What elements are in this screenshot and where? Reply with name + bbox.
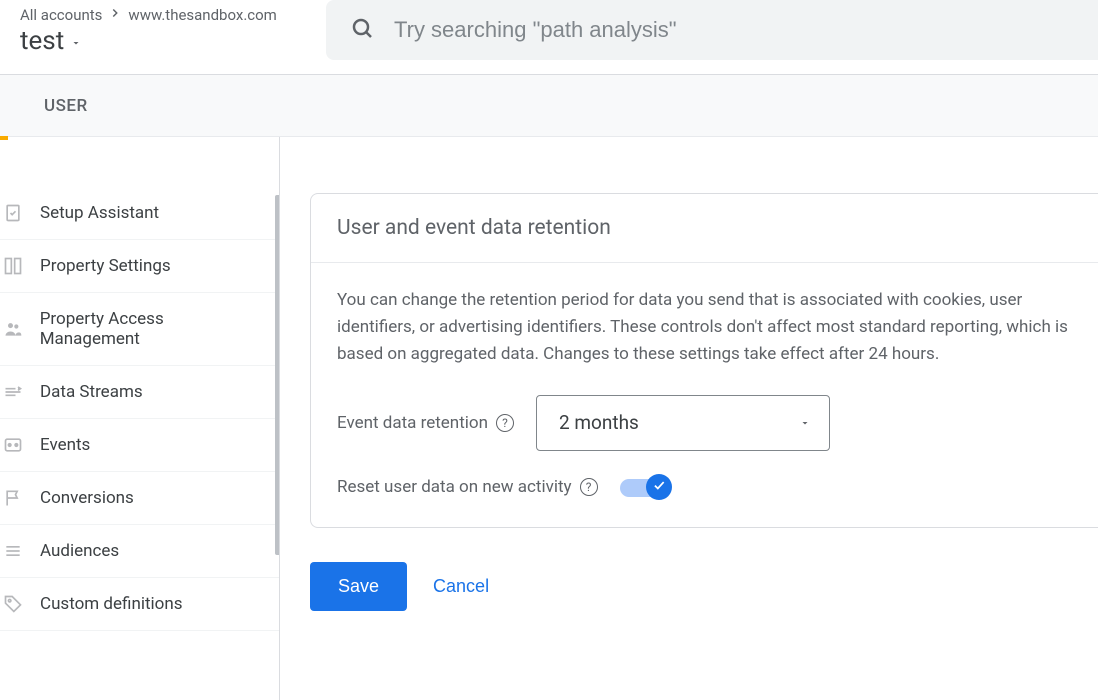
chevron-right-icon: [108, 6, 122, 24]
breadcrumb-site: www.thesandbox.com: [128, 6, 276, 24]
card-title: User and event data retention: [311, 194, 1098, 263]
sidebar: Setup Assistant Property Settings Proper…: [0, 137, 280, 700]
sidebar-item-label: Audiences: [40, 541, 119, 561]
checkmark-icon: [652, 477, 666, 496]
sidebar-item-data-streams[interactable]: Data Streams: [0, 366, 279, 419]
breadcrumb[interactable]: All accounts www.thesandbox.com: [20, 6, 326, 24]
sidebar-item-audiences[interactable]: Audiences: [0, 525, 279, 578]
sidebar-item-label: Property Settings: [40, 256, 171, 276]
dropdown-caret-icon: [799, 411, 811, 434]
sidebar-item-label: Setup Assistant: [40, 203, 159, 223]
grid-icon: [2, 256, 24, 276]
main-panel: User and event data retention You can ch…: [280, 137, 1098, 700]
save-button[interactable]: Save: [310, 562, 407, 611]
retention-card: User and event data retention You can ch…: [310, 193, 1098, 528]
sidebar-item-events[interactable]: Events: [0, 419, 279, 472]
tab-user[interactable]: USER: [0, 75, 132, 136]
sidebar-item-conversions[interactable]: Conversions: [0, 472, 279, 525]
property-name-label: test: [20, 26, 64, 56]
sidebar-item-property-access[interactable]: Property Access Management: [0, 293, 279, 366]
tag-icon: [2, 594, 24, 614]
sidebar-item-label: Conversions: [40, 488, 134, 508]
help-icon[interactable]: ?: [580, 478, 598, 496]
flag-icon: [2, 488, 24, 508]
reset-user-data-label: Reset user data on new activity: [337, 477, 572, 497]
sidebar-item-label: Events: [40, 435, 90, 455]
sidebar-item-property-settings[interactable]: Property Settings: [0, 240, 279, 293]
dropdown-caret-icon: [70, 26, 82, 56]
event-retention-label: Event data retention: [337, 413, 488, 433]
sidebar-item-setup-assistant[interactable]: Setup Assistant: [0, 187, 279, 240]
cancel-button[interactable]: Cancel: [433, 576, 489, 597]
list-icon: [2, 541, 24, 561]
reset-user-data-toggle[interactable]: [620, 477, 670, 497]
event-retention-select[interactable]: 2 months: [536, 395, 830, 451]
clipboard-check-icon: [2, 203, 24, 223]
search-input[interactable]: [394, 17, 1074, 43]
people-icon: [2, 319, 24, 339]
sidebar-item-label: Custom definitions: [40, 594, 183, 614]
stream-icon: [2, 382, 24, 402]
search-icon: [350, 16, 374, 44]
card-description: You can change the retention period for …: [337, 287, 1072, 369]
events-icon: [2, 435, 24, 455]
sidebar-item-custom-definitions[interactable]: Custom definitions: [0, 578, 279, 631]
search-bar[interactable]: [326, 0, 1098, 60]
sidebar-item-label: Data Streams: [40, 382, 143, 402]
help-icon[interactable]: ?: [496, 414, 514, 432]
sidebar-item-label: Property Access Management: [40, 309, 265, 349]
property-selector[interactable]: test: [20, 26, 326, 56]
breadcrumb-root: All accounts: [20, 6, 102, 24]
select-value: 2 months: [559, 411, 639, 434]
